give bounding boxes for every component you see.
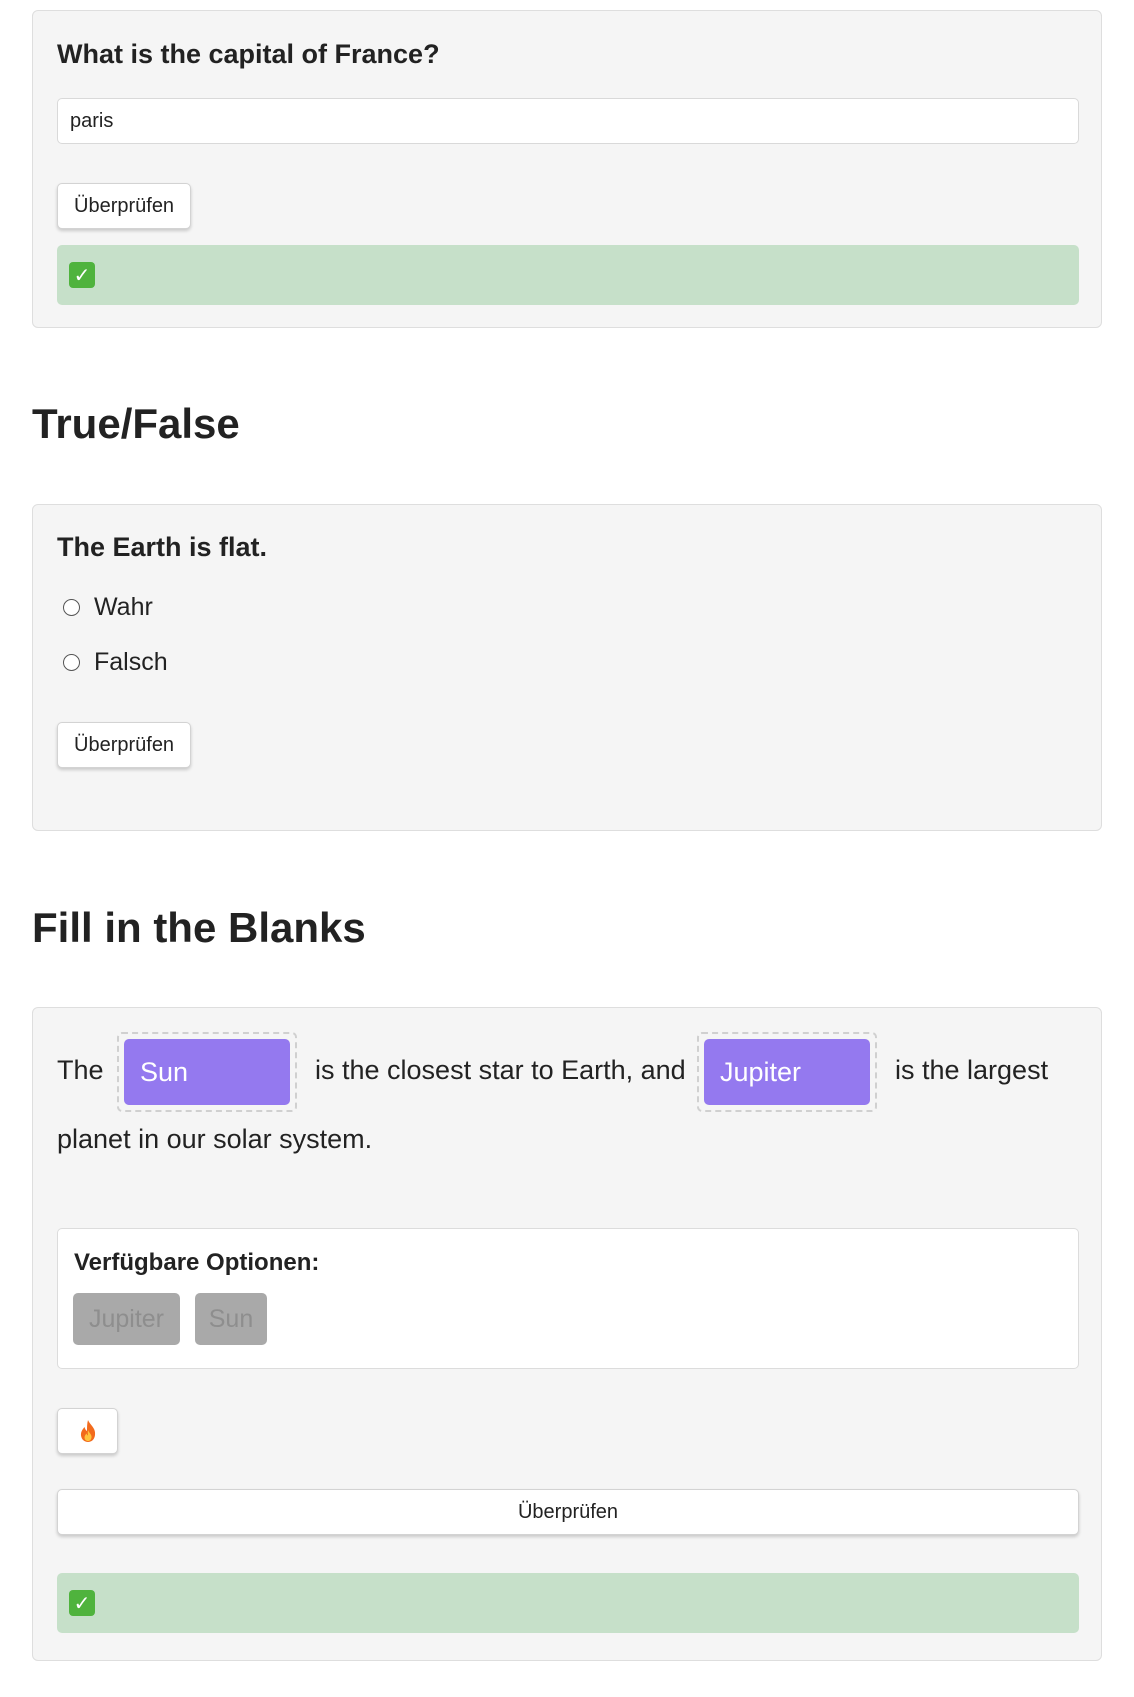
radio-option-falsch[interactable]: Falsch <box>63 648 168 677</box>
feedback-success: ✓ <box>57 245 1079 305</box>
filled-answer-chip[interactable]: Sun <box>124 1039 290 1105</box>
section-heading-true-false: True/False <box>32 400 240 447</box>
question-text: What is the capital of France? <box>57 39 440 69</box>
answer-input[interactable] <box>57 98 1079 144</box>
filled-answer-chip[interactable]: Jupiter <box>704 1039 870 1105</box>
options-label: Verfügbare Optionen: <box>74 1249 320 1276</box>
sentence-text: The <box>57 1055 104 1085</box>
feedback-success: ✓ <box>57 1573 1079 1633</box>
blank-drop-zone-1[interactable]: Sun <box>117 1032 297 1112</box>
check-button[interactable]: Überprüfen <box>57 1489 1079 1535</box>
short-answer-card: What is the capital of France? Überprüfe… <box>32 10 1102 328</box>
option-chip-used: Jupiter <box>73 1293 180 1345</box>
section-heading-fill-blanks: Fill in the Blanks <box>32 904 366 951</box>
sentence-text: planet in our solar system. <box>57 1124 373 1154</box>
option-chip-used: Sun <box>195 1293 267 1345</box>
blank-drop-zone-2[interactable]: Jupiter <box>697 1032 877 1112</box>
available-options-panel: Verfügbare Optionen: Jupiter Sun <box>57 1228 1079 1369</box>
check-button[interactable]: Überprüfen <box>57 183 192 229</box>
sentence-text: is the largest <box>895 1055 1049 1085</box>
sentence-text: is the closest star to Earth, and <box>315 1055 686 1085</box>
question-text: The Earth is flat. <box>57 532 268 562</box>
radio-label: Wahr <box>94 593 153 621</box>
true-false-card: The Earth is flat. Wahr Falsch Überprüfe… <box>32 504 1102 831</box>
flame-icon <box>80 1420 95 1442</box>
radio-button[interactable] <box>63 599 80 616</box>
check-mark-icon: ✓ <box>69 1590 95 1616</box>
check-mark-icon: ✓ <box>69 262 95 288</box>
hint-button[interactable] <box>57 1408 118 1454</box>
radio-label: Falsch <box>94 648 168 676</box>
fill-blanks-card: The Sun is the closest star to Earth, an… <box>32 1007 1102 1661</box>
radio-option-wahr[interactable]: Wahr <box>63 593 153 622</box>
radio-button[interactable] <box>63 654 80 671</box>
check-button[interactable]: Überprüfen <box>57 722 192 768</box>
